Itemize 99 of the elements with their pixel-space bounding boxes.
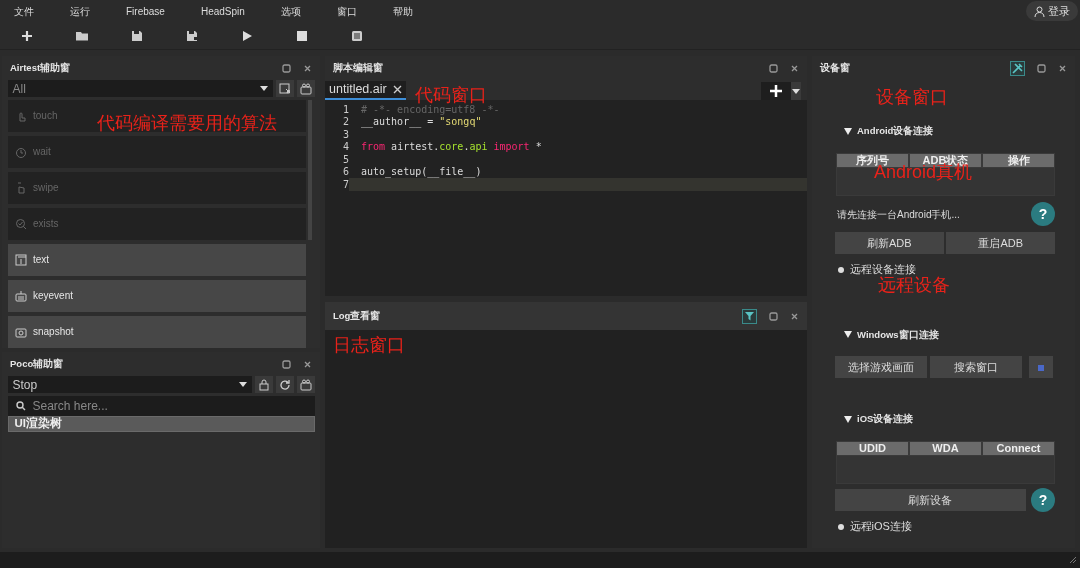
annotation-text: 设备窗口 xyxy=(876,88,948,106)
panel-title: Poco辅助窗 xyxy=(10,356,64,371)
close-icon[interactable] xyxy=(303,359,312,369)
editor-tab[interactable]: untitled.air xyxy=(325,81,406,100)
panel-title: Airtest辅助窗 xyxy=(10,60,71,75)
add-icon[interactable] xyxy=(20,28,34,43)
line-number: 4 xyxy=(341,140,349,155)
line-number: 6 xyxy=(341,165,349,180)
window-button[interactable]: 选择游戏画面 xyxy=(835,356,927,378)
annotation-text: 代码编译需要用的算法 xyxy=(97,114,277,132)
action-item[interactable]: keyevent xyxy=(8,279,306,312)
line-number: 3 xyxy=(341,127,349,142)
section-toggle[interactable]: iOS设备连接 xyxy=(844,412,1075,427)
code-line: auto_setup(__file__) xyxy=(360,165,483,178)
hint-text: 请先连接一台Android手机... xyxy=(837,207,960,222)
close-icon[interactable] xyxy=(303,63,312,73)
menu-item[interactable]: HeadSpin xyxy=(200,3,245,19)
code-line: __author__ = "songq" xyxy=(360,115,483,128)
caret-icon xyxy=(792,88,800,94)
code-line: from airtest.core.api import * xyxy=(360,140,543,153)
lock-icon xyxy=(258,378,270,391)
lock-button[interactable] xyxy=(255,376,273,393)
close-icon[interactable] xyxy=(790,311,799,321)
float-icon[interactable] xyxy=(769,311,778,321)
panel-title: Log查看窗 xyxy=(333,308,381,323)
clock-icon xyxy=(15,145,27,158)
float-icon[interactable] xyxy=(282,63,291,73)
section-toggle[interactable]: Windows窗口连接 xyxy=(844,327,1075,342)
menu-item[interactable]: 窗口 xyxy=(336,3,357,19)
text-icon xyxy=(15,253,27,266)
float-icon[interactable] xyxy=(282,359,291,369)
record-button[interactable] xyxy=(275,80,294,97)
close-icon[interactable] xyxy=(1058,63,1067,73)
filter-dropdown[interactable]: All xyxy=(7,80,273,97)
line-number: 2 xyxy=(341,115,349,130)
tools-icon xyxy=(1012,62,1023,74)
keyboard-icon xyxy=(15,289,27,302)
action-item[interactable]: text xyxy=(8,243,306,276)
login-button[interactable]: 登录 xyxy=(1026,0,1078,22)
float-icon[interactable] xyxy=(769,63,778,73)
filter-icon xyxy=(745,311,754,321)
window-picker-button[interactable] xyxy=(1028,356,1053,378)
camera-button[interactable] xyxy=(296,376,315,393)
window-button[interactable]: 搜索窗口 xyxy=(929,356,1022,378)
user-icon xyxy=(1034,5,1045,17)
save-icon[interactable] xyxy=(130,28,144,43)
float-icon[interactable] xyxy=(1037,63,1046,73)
code-line: # -*- encoding=utf8 -*- xyxy=(360,103,501,116)
play-icon[interactable] xyxy=(240,28,254,43)
line-number: 7 xyxy=(341,177,349,192)
column-header: Connect xyxy=(983,442,1054,456)
close-icon[interactable] xyxy=(790,63,799,73)
radio-label[interactable]: 远程iOS连接 xyxy=(849,518,912,535)
filter-button[interactable] xyxy=(742,308,757,324)
refresh-button[interactable] xyxy=(275,376,294,393)
mode-dropdown[interactable]: Stop xyxy=(7,376,253,393)
help-button[interactable]: ? xyxy=(1031,488,1055,513)
action-item[interactable]: snapshot xyxy=(8,315,306,348)
adb-button[interactable]: 刷新ADB xyxy=(835,232,944,255)
camera-icon xyxy=(15,325,27,338)
column-header: 操作 xyxy=(983,154,1054,168)
stop-icon[interactable] xyxy=(295,28,309,43)
annotation-text: 远程设备 xyxy=(878,276,950,294)
refresh-devices-button[interactable]: 刷新设备 xyxy=(835,489,1026,512)
new-tab-button[interactable] xyxy=(761,82,791,100)
camera-icon xyxy=(299,82,312,95)
search-field[interactable]: Search here... xyxy=(7,395,315,416)
help-button[interactable]: ? xyxy=(1031,202,1055,227)
add-icon xyxy=(770,85,782,97)
menu-item[interactable]: 运行 xyxy=(70,3,90,19)
radio-button[interactable] xyxy=(838,266,844,273)
radio-button[interactable] xyxy=(838,523,844,530)
panel-title: 脚本编辑窗 xyxy=(333,60,383,75)
camera-button[interactable] xyxy=(296,80,315,97)
menu-item[interactable]: 选项 xyxy=(280,3,301,19)
cursor-icon xyxy=(278,82,291,95)
caret-icon xyxy=(260,86,268,91)
save-as-icon[interactable] xyxy=(185,28,199,43)
section-toggle[interactable]: Android设备连接 xyxy=(844,124,1075,139)
refresh-icon xyxy=(278,378,291,391)
window-icon xyxy=(1037,364,1044,371)
camera-icon xyxy=(299,378,312,391)
tab-menu-button[interactable] xyxy=(791,82,801,100)
menu-item[interactable]: 帮助 xyxy=(392,3,413,19)
adb-button[interactable]: 重启ADB xyxy=(946,232,1055,255)
search-icon xyxy=(15,400,26,411)
column-header: UDID xyxy=(837,442,908,456)
close-icon[interactable] xyxy=(392,85,402,94)
column-header: WDA xyxy=(910,442,981,456)
menu-item[interactable]: 文件 xyxy=(14,3,34,19)
resize-grip-icon[interactable] xyxy=(1069,556,1077,564)
tools-button[interactable] xyxy=(1010,60,1025,76)
annotation-text: 日志窗口 xyxy=(333,336,405,354)
line-number: 5 xyxy=(341,152,349,167)
check-search-icon xyxy=(15,217,27,230)
caret-icon xyxy=(239,382,248,387)
panel-title: 设备窗 xyxy=(820,60,850,75)
line-number: 1 xyxy=(341,102,349,117)
menu-item[interactable]: Firebase xyxy=(126,3,165,19)
